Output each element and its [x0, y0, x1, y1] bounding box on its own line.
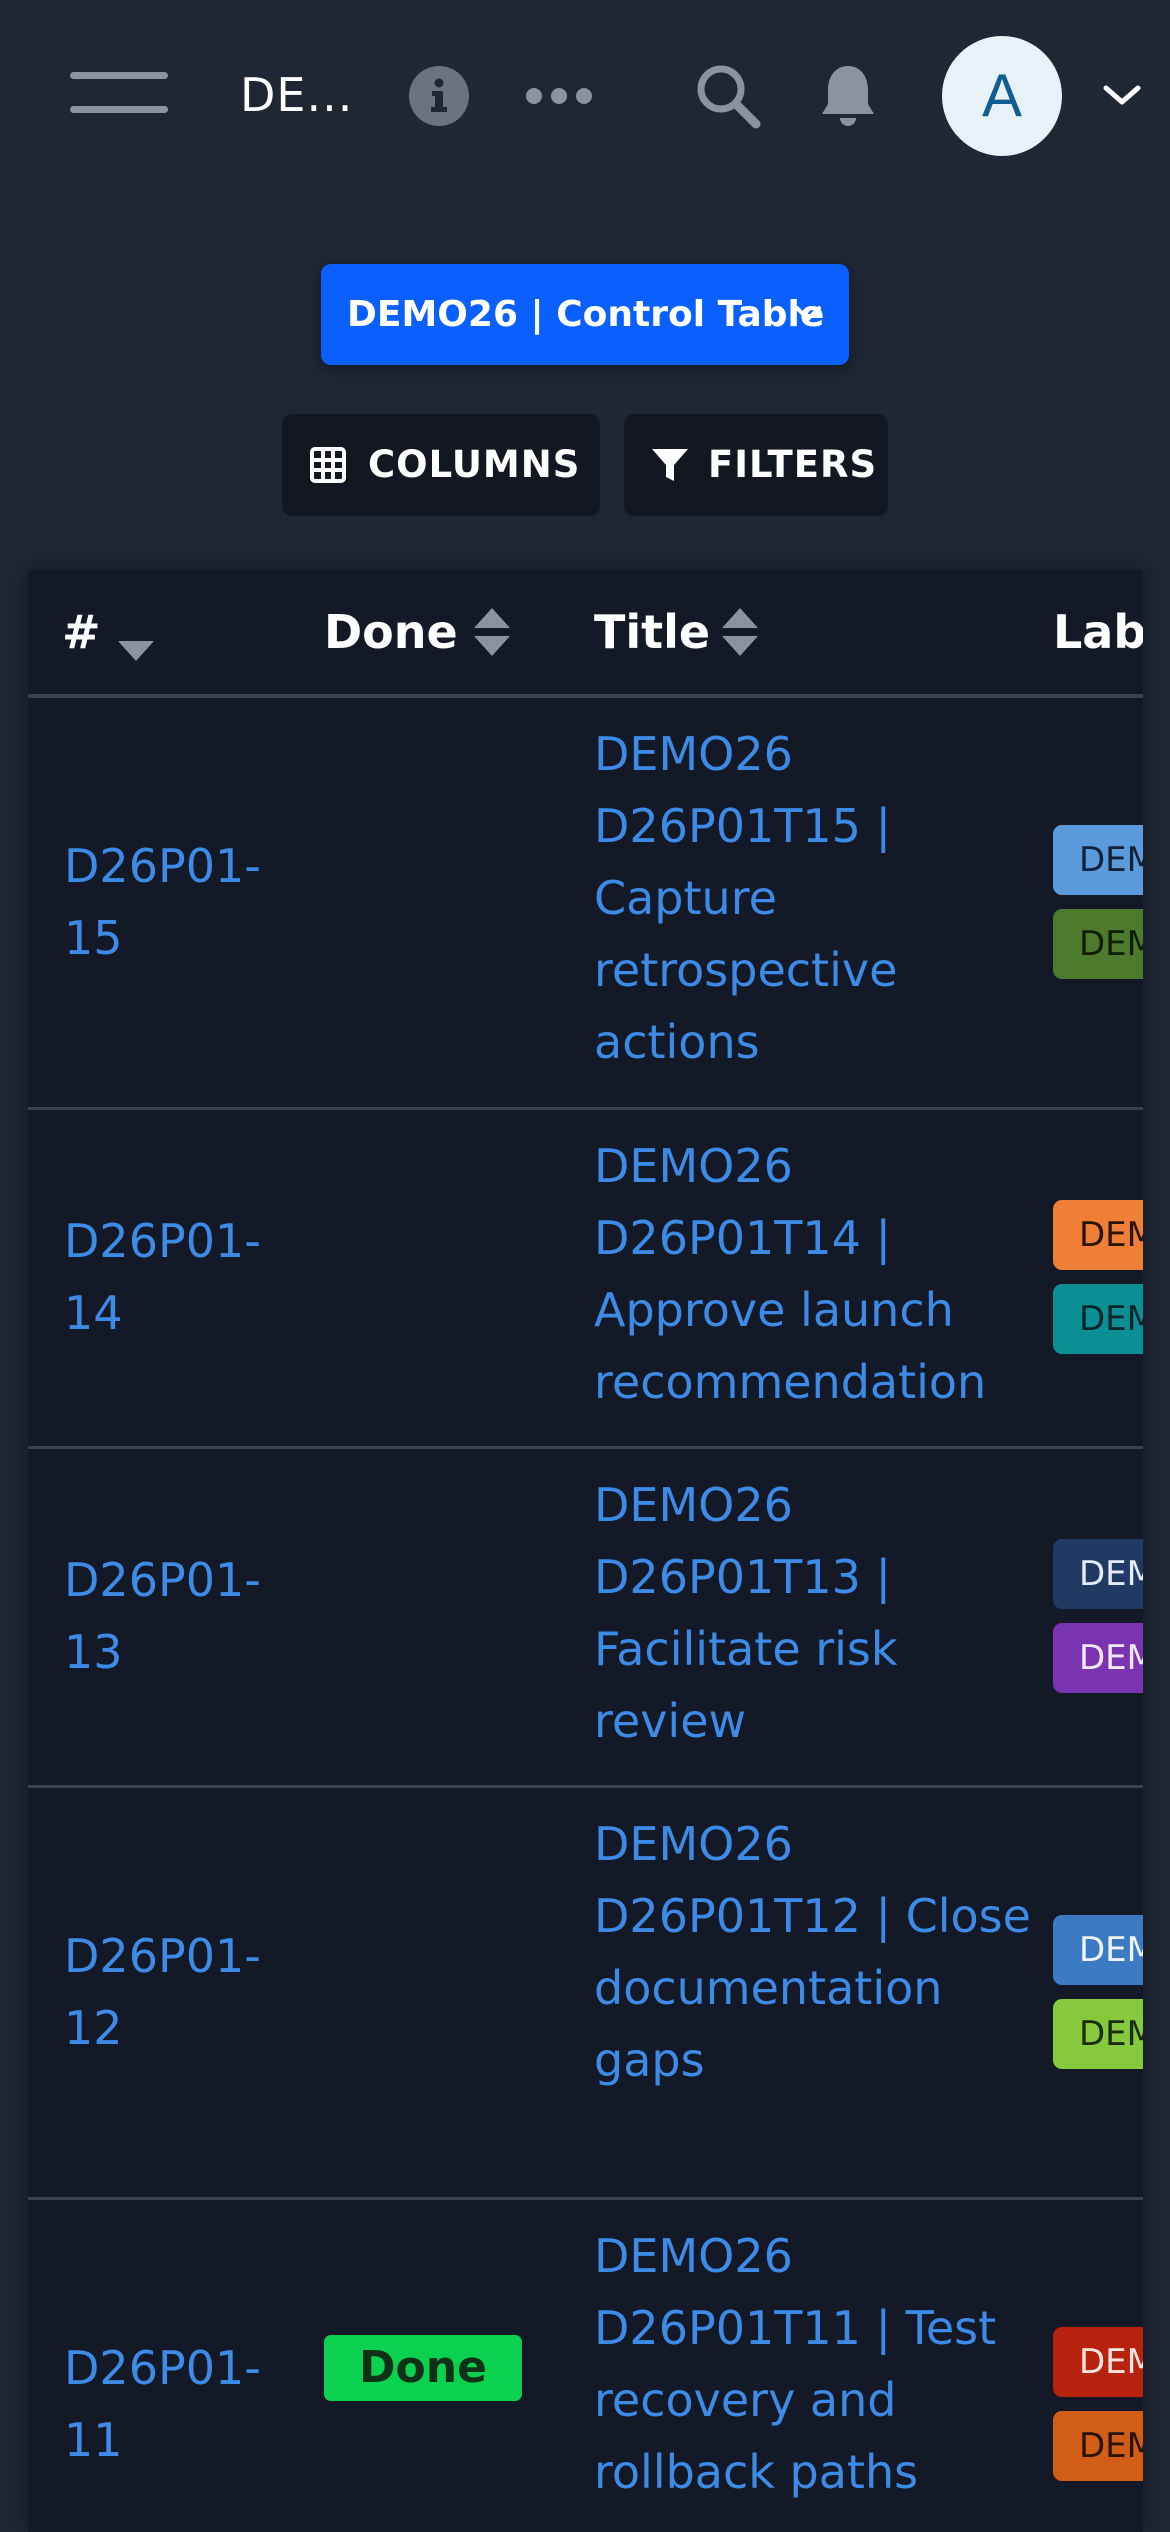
column-header-labels-label: Labe — [1053, 605, 1143, 659]
row-id-link[interactable]: D26P01-14 — [64, 1205, 294, 1349]
row-title-link[interactable]: DEMO26 D26P01T14 | Approve launch recomm… — [594, 1130, 1034, 1418]
search-icon[interactable] — [694, 62, 762, 130]
column-header-done-label: Done — [324, 605, 458, 659]
sort-icon[interactable] — [472, 606, 512, 658]
column-header-title[interactable]: Title — [594, 570, 710, 694]
row-title-link[interactable]: DEMO26 D26P01T12 | Close documentation g… — [594, 1808, 1034, 2096]
label-tag: DEMO — [1053, 1623, 1143, 1693]
table-header: # Done Title Labe — [28, 570, 1143, 698]
column-header-labels[interactable]: Labe — [1053, 570, 1143, 694]
filter-icon — [652, 449, 688, 481]
table-row[interactable]: D26P01-13 DEMO26 D26P01T13 | Facilitate … — [28, 1449, 1143, 1788]
table-row[interactable]: D26P01-11 Done DEMO26 D26P01T11 | Test r… — [28, 2200, 1143, 2532]
menu-icon[interactable] — [70, 72, 168, 118]
row-id-link[interactable]: D26P01-12 — [64, 1920, 294, 2064]
label-tag: DEMO — [1053, 1999, 1143, 2069]
breadcrumb[interactable]: DE... — [240, 68, 353, 122]
label-tag: DEMO — [1053, 1284, 1143, 1354]
bell-icon[interactable] — [818, 62, 878, 130]
data-table: # Done Title Labe D26P01-15 DEMO26 D26P0… — [28, 570, 1143, 2532]
filters-button[interactable]: FILTERS — [624, 414, 888, 516]
top-bar: DE... A — [0, 0, 1170, 200]
view-selector-button[interactable]: DEMO26 | Control Table — [321, 264, 849, 365]
column-header-done[interactable]: Done — [324, 570, 458, 694]
info-icon[interactable] — [409, 66, 469, 126]
column-header-title-label: Title — [594, 605, 711, 659]
column-header-id-label: # — [62, 605, 101, 659]
sort-icon[interactable] — [720, 606, 760, 658]
row-id-link[interactable]: D26P01-13 — [64, 1544, 294, 1688]
label-tag: DEMO — [1053, 1200, 1143, 1270]
row-title-link[interactable]: DEMO26 D26P01T11 | Test recovery and rol… — [594, 2220, 1034, 2508]
columns-label: COLUMNS — [368, 443, 581, 486]
done-badge: Done — [324, 2335, 522, 2401]
label-tag: DEMO — [1053, 1539, 1143, 1609]
table-row[interactable]: D26P01-12 DEMO26 D26P01T12 | Close docum… — [28, 1788, 1143, 2200]
table-row[interactable]: D26P01-14 DEMO26 D26P01T14 | Approve lau… — [28, 1110, 1143, 1449]
table-row[interactable]: D26P01-15 DEMO26 D26P01T15 | Capture ret… — [28, 698, 1143, 1110]
label-tag: DEMO — [1053, 825, 1143, 895]
chevron-down-icon[interactable] — [1100, 80, 1144, 110]
more-icon[interactable] — [524, 86, 594, 106]
column-header-id[interactable]: # — [62, 570, 101, 694]
row-id-link[interactable]: D26P01-11 — [64, 2332, 294, 2476]
row-title-link[interactable]: DEMO26 D26P01T15 | Capture retrospective… — [594, 718, 1034, 1078]
label-tag: DEMO — [1053, 2411, 1143, 2481]
grid-icon — [310, 447, 346, 483]
row-title-link[interactable]: DEMO26 D26P01T13 | Facilitate risk revie… — [594, 1469, 1034, 1757]
label-tag: DEMO — [1053, 909, 1143, 979]
label-tag: DEMO — [1053, 1915, 1143, 1985]
view-selector-label: DEMO26 | Control Table — [347, 294, 825, 335]
label-tag: DEMO — [1053, 2327, 1143, 2397]
filters-label: FILTERS — [708, 443, 878, 486]
columns-button[interactable]: COLUMNS — [282, 414, 600, 516]
chevron-down-icon — [793, 302, 823, 326]
avatar[interactable]: A — [942, 36, 1062, 156]
sort-desc-icon[interactable] — [116, 626, 156, 678]
row-id-link[interactable]: D26P01-15 — [64, 830, 294, 974]
